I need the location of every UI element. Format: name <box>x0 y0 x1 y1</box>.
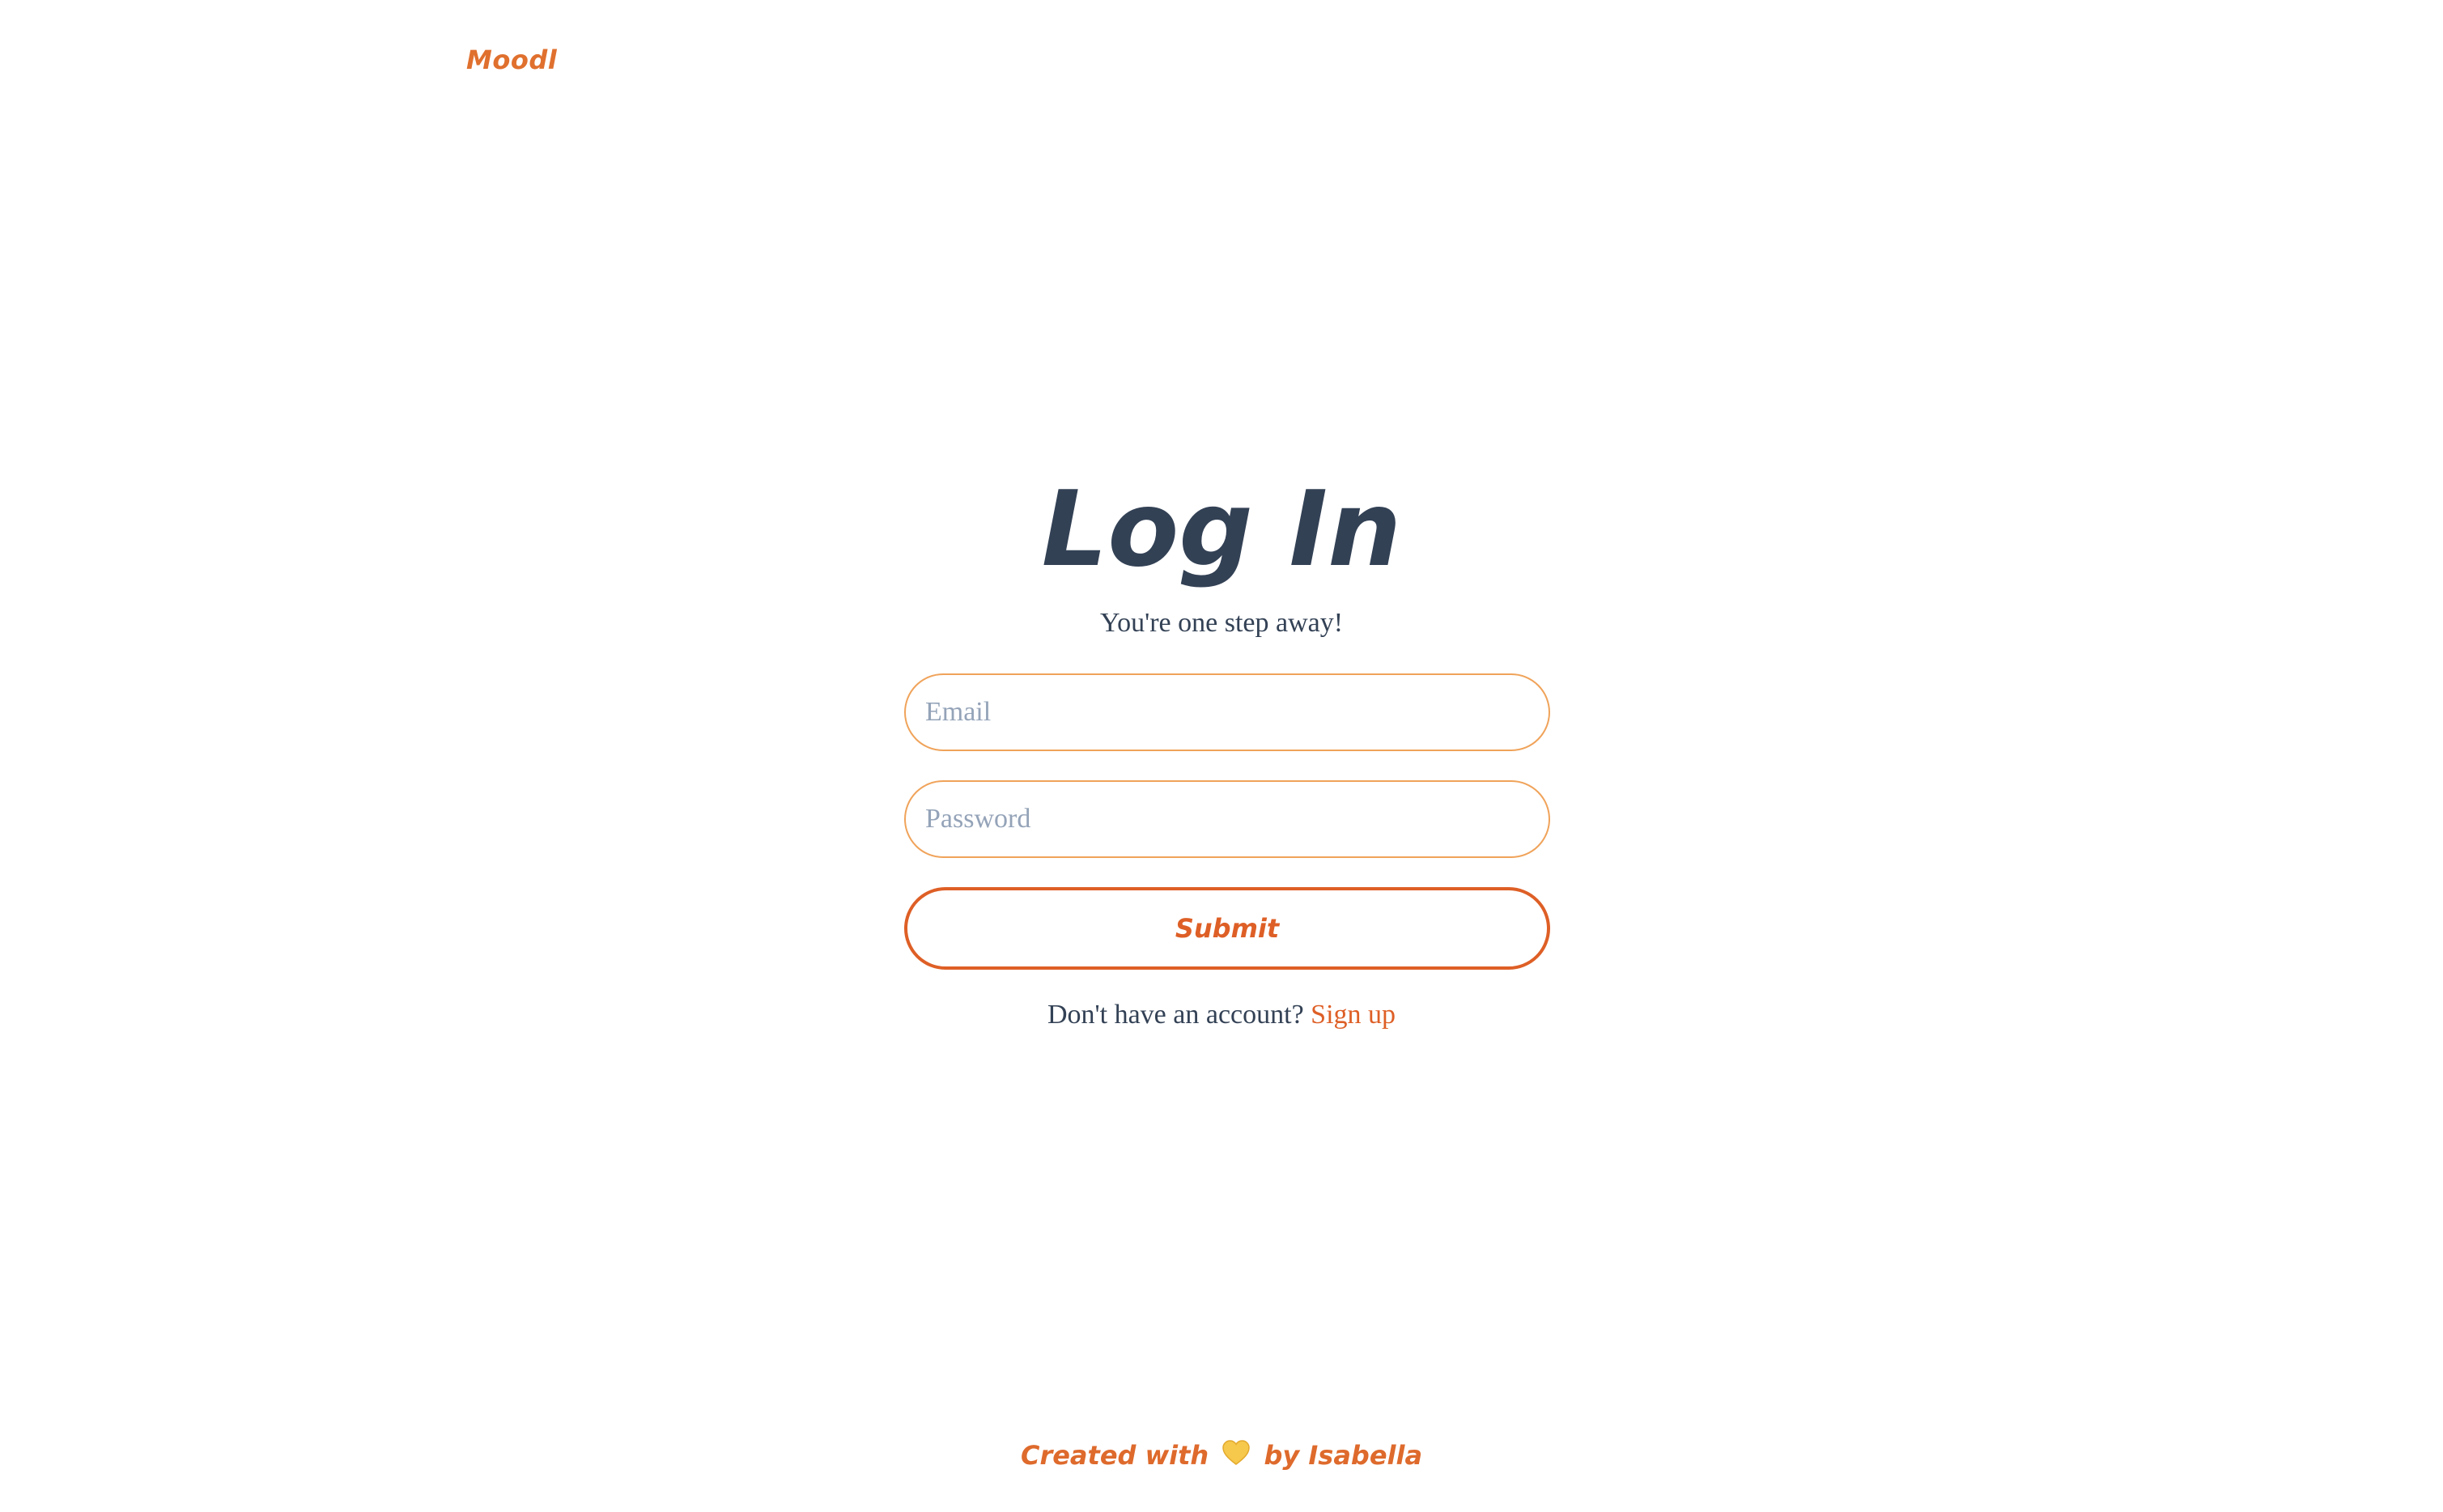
footer-credit: Created with by Isabella <box>0 1436 2443 1476</box>
email-input[interactable] <box>904 673 1550 751</box>
submit-button[interactable]: Submit <box>904 887 1550 970</box>
signup-prompt-line: Don't have an account? Sign up <box>0 996 2443 1034</box>
footer-prefix: Created with <box>1020 1440 1209 1471</box>
signup-link[interactable]: Sign up <box>1311 1000 1396 1030</box>
page-subtitle: You're one step away! <box>1099 608 1344 638</box>
login-page: Log In You're one step away! Submit Don'… <box>0 0 2443 1512</box>
password-input[interactable] <box>904 780 1550 858</box>
page-title: Log In <box>1041 469 1402 590</box>
yellow-heart-icon <box>1222 1438 1251 1476</box>
signup-prompt-text: Don't have an account? <box>1047 1000 1304 1030</box>
footer-suffix: by Isabella <box>1264 1440 1423 1471</box>
